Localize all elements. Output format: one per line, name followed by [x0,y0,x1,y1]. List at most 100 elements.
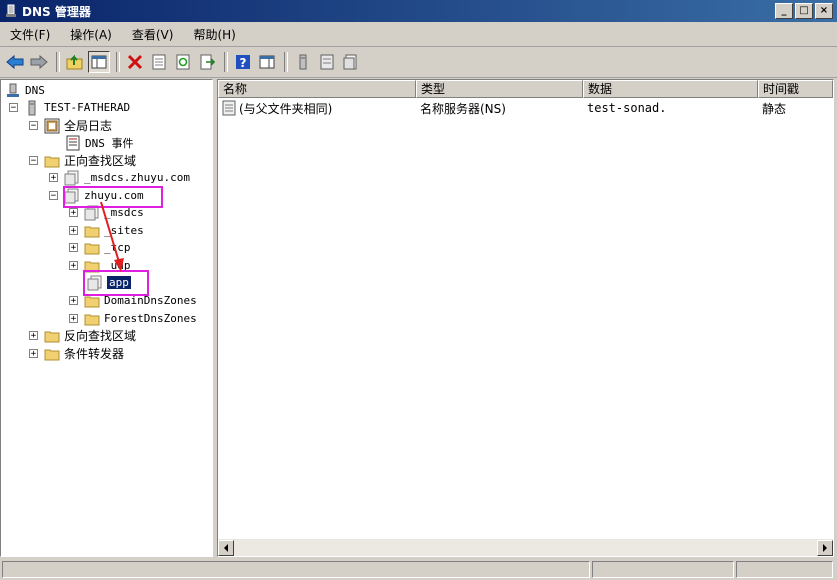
expand-toggle[interactable]: + [69,261,78,271]
triangle-left-icon [224,543,228,552]
horizontal-scrollbar[interactable] [218,539,833,556]
expand-toggle[interactable]: + [69,243,78,253]
list-header: 名称 类型 数据 时间戳 [218,80,833,98]
tree-node-forest-dns-zones[interactable]: + ForestDnsZones [69,310,197,327]
toolbar-separator [224,52,228,72]
status-panel-main [2,561,590,578]
server-icon [28,100,36,115]
cell-timestamp: 静态 [762,101,787,116]
column-header-timestamp[interactable]: 时间戳 [758,80,833,98]
zone-icon [64,170,79,185]
folder-icon [44,331,60,342]
cell-type: 名称服务器(NS) [420,101,506,116]
svg-text:?: ? [240,56,247,70]
maximize-button[interactable]: □ [795,3,813,19]
record-name: (与父文件夹相同) [239,101,333,116]
folder-icon [44,156,60,167]
folder-icon [84,314,100,325]
show-action-pane-button[interactable] [256,51,278,73]
delete-x-icon [127,54,143,70]
expand-toggle[interactable]: + [29,349,38,359]
export-list-button[interactable] [196,51,218,73]
dns-app-icon [6,4,16,17]
title-bar: DNS 管理器 _ □ × [0,0,837,22]
annotation-arrow [100,201,124,272]
triangle-right-icon [823,543,827,552]
tree-node-server[interactable]: − TEST-FATHERAD [9,99,130,116]
menu-file[interactable]: 文件(F) [0,26,60,43]
tree-node-reverse-zones[interactable]: + 反向查找区域 [29,327,136,344]
collapse-toggle[interactable]: − [29,156,38,166]
scroll-left-button[interactable] [218,539,234,556]
collapse-toggle[interactable]: − [49,191,58,201]
status-panel-secondary [592,561,734,578]
scroll-right-button[interactable] [817,539,833,556]
column-header-type[interactable]: 类型 [416,80,583,98]
tree-node-forwarders[interactable]: + 条件转发器 [29,345,124,362]
tree-node-dns[interactable]: DNS [5,82,45,99]
tree-label-reverse-zones: 反向查找区域 [64,329,137,343]
scroll-track[interactable] [234,539,817,556]
forward-button[interactable] [28,51,50,73]
tree-label-forwarders: 条件转发器 [64,347,125,361]
forward-arrow-icon [30,55,48,69]
menu-help[interactable]: 帮助(H) [183,26,245,43]
console-tree-icon [91,55,107,69]
toolbar: ? [0,47,837,78]
tree-label-msdcs-zone: _msdcs.zhuyu.com [84,171,190,184]
properties-button[interactable] [148,51,170,73]
record-icon [222,100,236,116]
results-list-pane: 名称 类型 数据 时间戳 (与父文件夹相同) 名称服务器(NS) test-so… [217,79,834,557]
table-row[interactable]: (与父文件夹相同) 名称服务器(NS) test-sonad. 静态 [218,99,833,117]
event-log-icon [66,135,80,150]
new-zone-button[interactable] [340,51,362,73]
cell-name: (与父文件夹相同) [218,100,416,117]
menu-bar: 文件(F) 操作(A) 查看(V) 帮助(H) [0,22,837,47]
delete-button[interactable] [124,51,146,73]
show-console-tree-button[interactable] [88,51,110,73]
help-button[interactable]: ? [232,51,254,73]
tree-node-msdcs-zone[interactable]: + _msdcs.zhuyu.com [49,169,190,186]
menu-action[interactable]: 操作(A) [60,26,122,43]
folder-icon [44,349,60,360]
expand-toggle[interactable]: + [69,226,78,236]
new-record-button[interactable] [316,51,338,73]
tree-label-dns: DNS [25,84,45,97]
expand-toggle[interactable]: + [69,296,78,306]
tree-label-dns-events: DNS 事件 [85,136,134,150]
collapse-toggle[interactable]: − [29,121,38,131]
dns-root-icon [7,83,19,97]
server-button[interactable] [292,51,314,73]
tree-label-global-logs: 全局日志 [64,119,113,133]
action-pane-icon [259,55,275,69]
tree-label-server: TEST-FATHERAD [44,101,131,114]
tree-node-forward-zones[interactable]: − 正向查找区域 [29,152,136,169]
tree-node-dns-events[interactable]: DNS 事件 [65,134,134,151]
close-button[interactable]: × [815,3,833,19]
column-header-name[interactable]: 名称 [218,80,416,98]
tree-label-forward-zones: 正向查找区域 [64,154,137,168]
collapse-toggle[interactable]: − [9,103,18,113]
menu-view[interactable]: 查看(V) [122,26,184,43]
expand-toggle[interactable]: + [49,173,58,183]
expand-toggle[interactable]: + [69,314,78,324]
event-log-icon [44,118,60,133]
record-icon [320,54,334,70]
window-title: DNS 管理器 [22,4,91,19]
toolbar-separator [116,52,120,72]
tree-node-global-logs[interactable]: − 全局日志 [29,117,112,134]
refresh-button[interactable] [172,51,194,73]
export-icon [200,54,215,70]
back-button[interactable] [4,51,26,73]
refresh-icon [176,54,190,70]
cell-data: test-sonad. [587,101,667,115]
status-bar [0,559,837,580]
expand-toggle[interactable]: + [69,208,78,218]
up-level-button[interactable] [64,51,86,73]
folder-up-icon [66,54,83,70]
minimize-button[interactable]: _ [775,3,793,19]
expand-toggle[interactable]: + [29,331,38,341]
toolbar-separator [284,52,288,72]
column-header-data[interactable]: 数据 [583,80,758,98]
toolbar-separator [56,52,60,72]
